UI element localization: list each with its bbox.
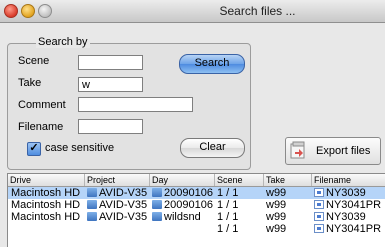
take-label: Take <box>18 77 42 89</box>
cell-project <box>87 223 149 235</box>
search-button[interactable]: Search <box>179 54 245 74</box>
cell-project: AVID-V35 <box>87 187 149 199</box>
cell-take: w99 <box>266 211 287 223</box>
table-row[interactable]: Macintosh HD AVID-V35 wildsnd 1 / 1 w99 … <box>8 211 385 223</box>
table-header: Drive Project Day Scene Take Filename <box>8 174 385 187</box>
cell-take: w99 <box>266 223 287 235</box>
column-header-day[interactable]: Day <box>150 174 215 186</box>
comment-label: Comment <box>18 99 66 111</box>
filename-label: Filename <box>18 121 64 133</box>
folder-icon <box>152 200 162 209</box>
cell-take: w99 <box>266 187 287 199</box>
column-header-drive[interactable]: Drive <box>8 174 85 186</box>
table-row[interactable]: Macintosh HD AVID-V35 20090106 1 / 1 w99… <box>8 187 385 199</box>
cell-scene: 1 / 1 <box>217 187 239 199</box>
cell-drive: Macintosh HD <box>11 187 81 199</box>
table-row[interactable]: Macintosh HD AVID-V35 20090106 1 / 1 w99… <box>8 199 385 211</box>
scene-label: Scene <box>18 55 50 67</box>
cell-project: AVID-V35 <box>87 199 149 211</box>
case-sensitive-label: case sensitive <box>45 142 115 154</box>
take-field[interactable] <box>78 77 143 92</box>
title-bar[interactable]: Search files ... <box>0 0 385 23</box>
cell-scene: 1 / 1 <box>217 211 239 223</box>
scene-field[interactable] <box>78 55 143 70</box>
cell-filename: NY3039 <box>314 211 385 223</box>
project-icon <box>87 200 97 209</box>
cell-filename: NY3041PR <box>314 199 385 211</box>
audio-file-icon <box>314 212 324 221</box>
folder-icon <box>152 188 162 197</box>
column-header-scene[interactable]: Scene <box>215 174 264 186</box>
cell-scene: 1 / 1 <box>217 223 239 235</box>
cell-scene: 1 / 1 <box>217 199 239 211</box>
cell-day: 20090106 <box>152 199 214 211</box>
cell-drive <box>11 223 85 235</box>
folder-icon <box>152 212 162 221</box>
column-header-take[interactable]: Take <box>264 174 312 186</box>
project-icon <box>87 212 97 221</box>
cell-day <box>152 223 214 235</box>
cell-take: w99 <box>266 199 287 211</box>
cell-day: 20090106 <box>152 187 214 199</box>
cell-project: AVID-V35 <box>87 211 149 223</box>
export-files-label: Export files <box>316 145 371 157</box>
comment-field[interactable] <box>78 97 193 112</box>
column-header-project[interactable]: Project <box>85 174 150 186</box>
cell-filename: NY3041PR <box>314 223 385 235</box>
project-icon <box>87 188 97 197</box>
filename-field[interactable] <box>78 119 143 134</box>
cell-day: wildsnd <box>152 211 214 223</box>
cell-drive: Macintosh HD <box>11 211 81 223</box>
audio-file-icon <box>314 200 324 209</box>
column-header-filename[interactable]: Filename <box>312 174 385 186</box>
audio-file-icon <box>314 224 324 233</box>
case-sensitive-checkbox[interactable]: ✓ <box>27 142 41 156</box>
results-table: Drive Project Day Scene Take Filename Ma… <box>7 173 385 247</box>
audio-file-icon <box>314 188 324 197</box>
export-icon <box>290 141 305 159</box>
table-row[interactable]: 1 / 1 w99 NY3041PR <box>8 223 385 235</box>
cell-drive: Macintosh HD <box>11 199 81 211</box>
cell-filename: NY3039 <box>314 187 385 199</box>
export-files-button[interactable]: Export files <box>285 137 381 165</box>
window-title: Search files ... <box>219 4 296 18</box>
search-by-title: Search by <box>36 36 90 48</box>
clear-button[interactable]: Clear <box>180 138 245 158</box>
